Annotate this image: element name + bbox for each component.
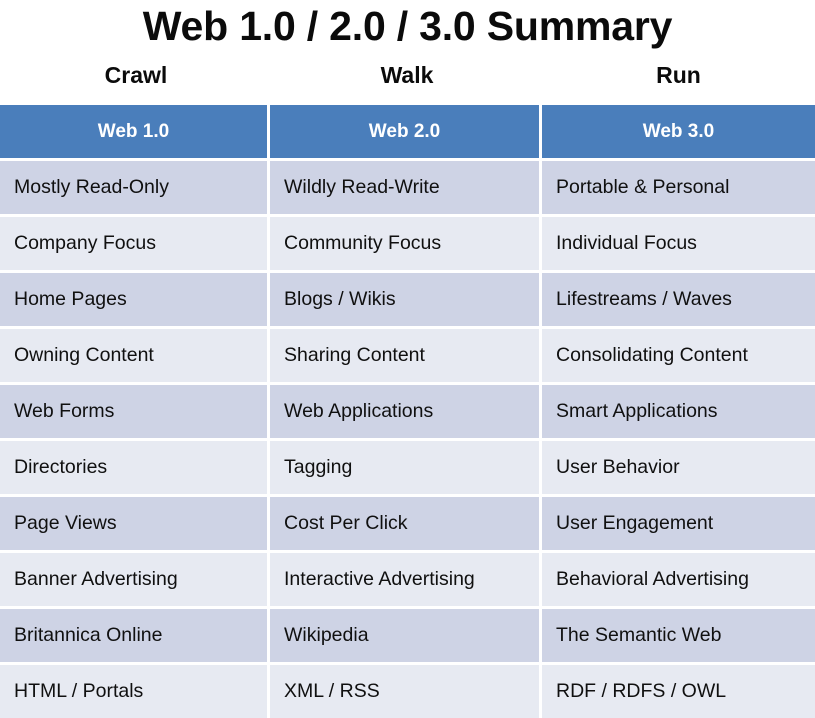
slide-canvas: Web 1.0 / 2.0 / 3.0 Summary Crawl Walk R… <box>0 0 815 718</box>
table-row: Home Pages Blogs / Wikis Lifestreams / Wav… <box>0 273 815 326</box>
table-cell: Britannica Online <box>0 609 268 662</box>
table-cell: Directories <box>0 441 268 494</box>
stage-label-run: Run <box>656 62 701 88</box>
table-cell: Interactive Advertising <box>270 553 540 606</box>
table-cell: User Engagement <box>542 497 815 550</box>
table-cell: The Semantic Web <box>542 609 815 662</box>
stage-label-walk: Walk <box>380 62 434 88</box>
column-header-web-3-0: Web 3.0 <box>542 105 815 158</box>
table-cell: User Behavior <box>542 441 815 494</box>
table-cell: Behavioral Advertising <box>542 553 815 606</box>
column-header-web-2-0: Web 2.0 <box>270 105 540 158</box>
table-row: Directories Tagging User Behavior <box>0 441 815 494</box>
table-cell: Lifestreams / Waves <box>542 273 815 326</box>
table-row: Owning Content Sharing Content Consolidati… <box>0 329 815 382</box>
summary-table: Web 1.0 Web 2.0 Web 3.0 Mostly Read-Only… <box>0 105 815 718</box>
table-cell: Cost Per Click <box>270 497 540 550</box>
table-cell: Mostly Read-Only <box>0 161 268 214</box>
table-row: Mostly Read-Only Wildly Read-Write Portabl… <box>0 161 815 214</box>
table-cell: Company Focus <box>0 217 268 270</box>
table-cell: Blogs / Wikis <box>270 273 540 326</box>
table-cell: Consolidating Content <box>542 329 815 382</box>
table-row: Banner Advertising Interactive Advertisin… <box>0 553 815 606</box>
table-row: Britannica Online Wikipedia The Semantic W… <box>0 609 815 662</box>
column-header-web-1-0: Web 1.0 <box>0 105 268 158</box>
table-cell: RDF / RDFS / OWL <box>542 665 815 718</box>
stage-label-row: Crawl Walk Run <box>0 59 815 97</box>
table-cell: Portable & Personal <box>542 161 815 214</box>
page-title: Web 1.0 / 2.0 / 3.0 Summary <box>142 3 673 49</box>
stage-label-crawl: Crawl <box>104 62 168 88</box>
table-row: HTML / Portals XML / RSS RDF / RDFS / OWL <box>0 665 815 718</box>
table-cell: Web Applications <box>270 385 540 438</box>
table-cell: Web Forms <box>0 385 268 438</box>
table-cell: Tagging <box>270 441 540 494</box>
table-cell: Home Pages <box>0 273 268 326</box>
table-cell: XML / RSS <box>270 665 540 718</box>
table-cell: Owning Content <box>0 329 268 382</box>
table-body: Mostly Read-Only Wildly Read-Write Portabl… <box>0 161 815 718</box>
table-cell: Individual Focus <box>542 217 815 270</box>
table-row: Web Forms Web Applications Smart Applicati… <box>0 385 815 438</box>
table-row: Page Views Cost Per Click User Engagement <box>0 497 815 550</box>
table-cell: Sharing Content <box>270 329 540 382</box>
table-cell: Smart Applications <box>542 385 815 438</box>
table-row: Company Focus Community Focus Individual F… <box>0 217 815 270</box>
table-header-row: Web 1.0 Web 2.0 Web 3.0 <box>0 105 815 158</box>
table-cell: Banner Advertising <box>0 553 268 606</box>
table-cell: Page Views <box>0 497 268 550</box>
table-cell: HTML / Portals <box>0 665 268 718</box>
table-cell: Wikipedia <box>270 609 540 662</box>
table-cell: Wildly Read-Write <box>270 161 540 214</box>
table-cell: Community Focus <box>270 217 540 270</box>
